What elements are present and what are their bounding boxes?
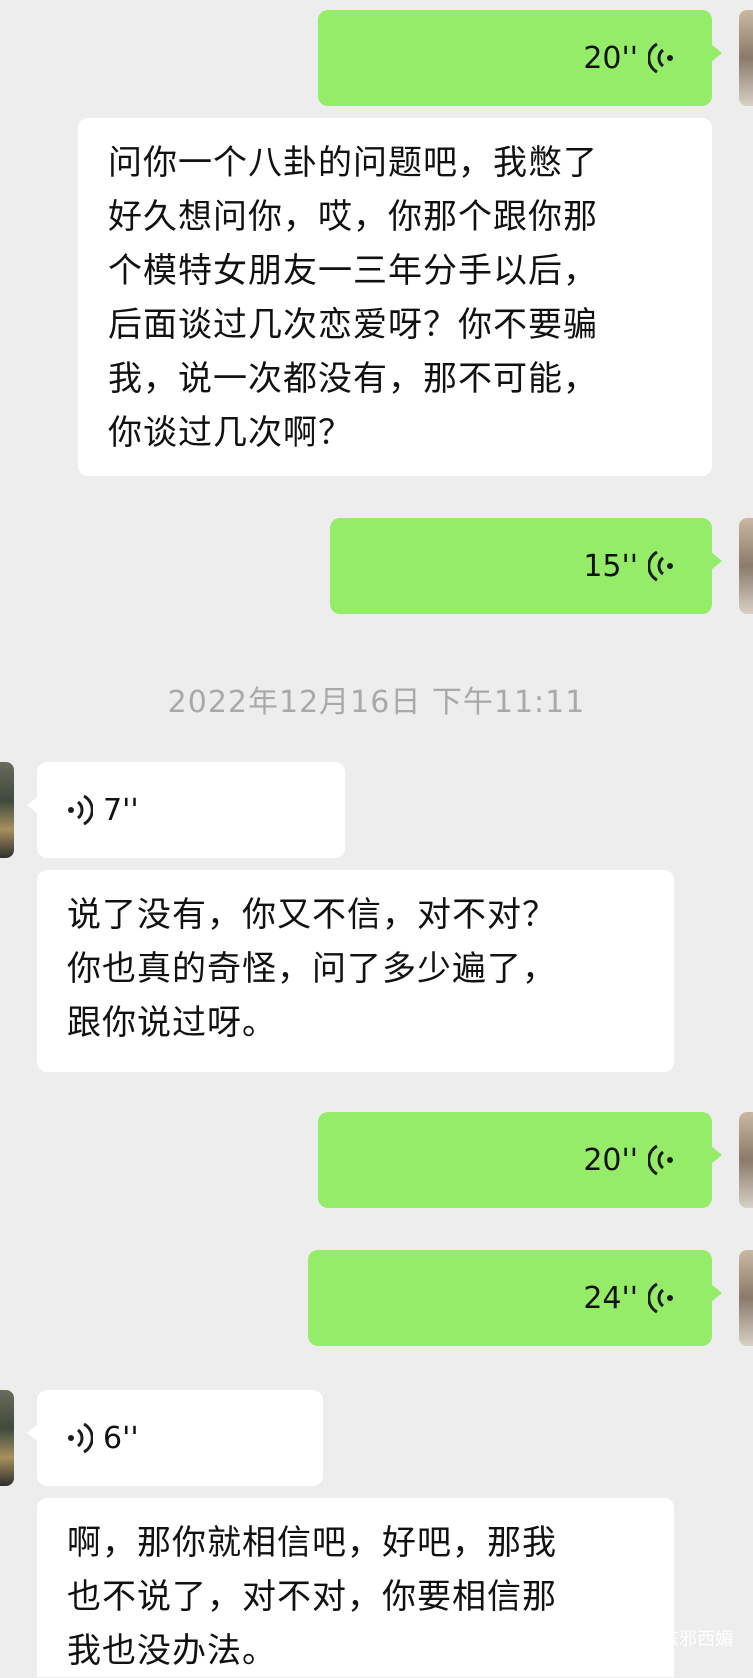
voice-duration: 24'' xyxy=(583,1280,638,1316)
watermark: 东邪西媚 xyxy=(629,1625,733,1651)
voice-duration: 20'' xyxy=(583,1142,638,1178)
incoming-text-message[interactable]: 啊，那你就相信吧，好吧，那我 也不说了，对不对，你要相信那 我也没办法。 xyxy=(37,1498,674,1677)
outgoing-voice-message[interactable]: 20'' xyxy=(318,10,722,106)
watermark-text: 东邪西媚 xyxy=(661,1629,733,1650)
voice-wave-icon xyxy=(648,1282,673,1314)
incoming-voice-message[interactable]: 7'' xyxy=(27,762,345,858)
voice-wave-icon xyxy=(68,1422,93,1454)
incoming-voice-message[interactable]: 6'' xyxy=(27,1390,323,1486)
voice-duration: 20'' xyxy=(583,40,638,76)
voice-wave-icon xyxy=(648,1144,673,1176)
voice-duration: 7'' xyxy=(103,792,139,828)
voice-wave-icon xyxy=(648,42,673,74)
voice-duration: 15'' xyxy=(583,548,638,584)
avatar[interactable] xyxy=(739,518,753,614)
avatar[interactable] xyxy=(0,1390,14,1486)
timestamp: 2022年12月16日 下午11:11 xyxy=(167,685,586,720)
outgoing-voice-message[interactable]: 15'' xyxy=(330,518,722,614)
avatar[interactable] xyxy=(739,10,753,106)
outgoing-voice-message[interactable]: 20'' xyxy=(318,1112,722,1208)
avatar[interactable] xyxy=(0,762,14,858)
voice-wave-icon xyxy=(648,550,673,582)
avatar[interactable] xyxy=(739,1250,753,1346)
wechat-icon xyxy=(629,1628,655,1648)
incoming-text-message[interactable]: 说了没有，你又不信，对不对？ 你也真的奇怪，问了多少遍了， 跟你说过呀。 xyxy=(37,870,674,1072)
voice-wave-icon xyxy=(68,794,93,826)
incoming-text-message[interactable]: 问你一个八卦的问题吧，我憋了 好久想问你，哎，你那个跟你那 个模特女朋友一三年分… xyxy=(78,118,712,476)
avatar[interactable] xyxy=(739,1112,753,1208)
voice-duration: 6'' xyxy=(103,1420,139,1456)
outgoing-voice-message[interactable]: 24'' xyxy=(308,1250,722,1346)
